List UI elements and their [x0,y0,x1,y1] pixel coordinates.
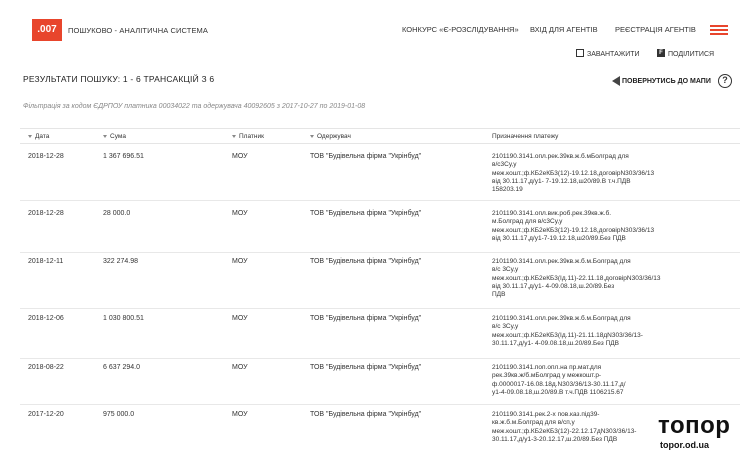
site-logo[interactable]: .007 [32,19,62,41]
filter-description: Фільтрація за кодом ЄДРПОУ платника 0003… [23,103,366,110]
row-payer: МОУ [232,411,248,418]
nav-contest-link[interactable]: КОНКУРС «Є-РОЗСЛІДУВАННЯ» [402,25,519,34]
row-purpose: 2101190.3141.опл.рек.39кв.ж.б.мБолград д… [492,153,655,194]
sort-icon [28,134,32,138]
row-payer: МОУ [232,153,248,160]
column-payer[interactable]: Платник [232,133,264,140]
row-payer: МОУ [232,258,248,265]
table-row[interactable]: 2018-12-28 1 367 696.51 МОУ ТОВ "Будівел… [20,144,740,201]
sort-icon [103,134,107,138]
results-title: РЕЗУЛЬТАТИ ПОШУКУ: 1 - 6 трансакцій з 6 [23,74,215,84]
table-header: Дата Сума Платник Одержувач Призначення … [20,128,740,144]
row-amount: 975 000.0 [103,411,135,418]
column-purpose: Призначення платежу [492,133,559,140]
sort-icon [232,134,236,138]
row-date: 2017-12-20 [28,411,64,418]
row-purpose: 2101190.3141.рек.2-х пов.каз.під39- кв.ж.… [492,411,637,443]
row-date: 2018-12-28 [28,153,64,160]
row-payee: ТОВ "Будівельна фірма "Укрінбуд" [310,153,422,160]
back-to-map-label: ПОВЕРНУТИСЬ ДО МАПИ [622,77,711,85]
row-payee: ТОВ "Будівельна фірма "Укрінбуд" [310,411,422,418]
help-icon[interactable]: ? [718,74,732,88]
row-amount: 1 030 800.51 [103,315,144,322]
row-purpose: 2101190.3141.поп.опл.на пр.мат.для рек.39… [492,364,626,396]
row-date: 2018-08-22 [28,364,64,371]
table-row[interactable]: 2018-12-11 322 274.98 МОУ ТОВ "Будівельн… [20,253,740,309]
column-payee[interactable]: Одержувач [310,133,351,140]
watermark-title: топор [658,412,731,439]
row-payee: ТОВ "Будівельна фірма "Укрінбуд" [310,210,422,217]
column-amount[interactable]: Сума [103,133,126,140]
row-purpose: 2101190.3141.опл.рек.39кв.ж.б.м.Болград … [492,315,643,347]
row-amount: 6 637 294.0 [103,364,140,371]
share-label: ПОДІЛИТИСЯ [668,50,715,58]
download-label: ЗАВАНТАЖИТИ [587,50,640,58]
row-payee: ТОВ "Будівельна фірма "Укрінбуд" [310,364,422,371]
column-date[interactable]: Дата [28,133,49,140]
share-button[interactable]: f ПОДІЛИТИСЯ [657,49,715,58]
row-payer: МОУ [232,210,248,217]
row-purpose: 2101190.3141.опл.вик.роб.рек.39кв.ж.б. м.… [492,210,655,242]
row-purpose: 2101190.3141.опл.рек.39кв.ж.б.м.Болград … [492,258,661,299]
table-row[interactable]: 2018-12-28 28 000.0 МОУ ТОВ "Будівельна … [20,201,740,253]
sort-icon [310,134,314,138]
table-row[interactable]: 2018-12-06 1 030 800.51 МОУ ТОВ "Будівел… [20,309,740,359]
arrow-left-icon [612,76,620,86]
watermark-url: topor.od.ua [660,440,709,450]
brand-name: ПОШУКОВО - АНАЛІТИЧНА СИСТЕМА [68,26,209,35]
download-icon [576,49,584,57]
row-date: 2018-12-11 [28,258,64,265]
nav-agent-login-link[interactable]: ВХІД ДЛЯ АГЕНТІВ [530,25,598,34]
facebook-icon: f [657,49,665,57]
row-amount: 1 367 696.51 [103,153,144,160]
nav-agent-register-link[interactable]: РЕЄСТРАЦІЯ АГЕНТІВ [615,25,696,34]
back-to-map-button[interactable]: ПОВЕРНУТИСЬ ДО МАПИ [612,76,711,86]
hamburger-icon[interactable] [710,25,728,35]
table-row[interactable]: 2018-08-22 6 637 294.0 МОУ ТОВ "Будівель… [20,359,740,405]
row-amount: 28 000.0 [103,210,131,217]
row-payee: ТОВ "Будівельна фірма "Укрінбуд" [310,258,422,265]
download-button[interactable]: ЗАВАНТАЖИТИ [576,49,640,58]
table-row[interactable]: 2017-12-20 975 000.0 МОУ ТОВ "Будівельна… [20,405,740,450]
row-payer: МОУ [232,315,248,322]
row-date: 2018-12-28 [28,210,64,217]
row-payee: ТОВ "Будівельна фірма "Укрінбуд" [310,315,422,322]
row-date: 2018-12-06 [28,315,64,322]
watermark: топор topor.od.ua [656,412,750,450]
row-payer: МОУ [232,364,248,371]
row-amount: 322 274.98 [103,258,139,265]
